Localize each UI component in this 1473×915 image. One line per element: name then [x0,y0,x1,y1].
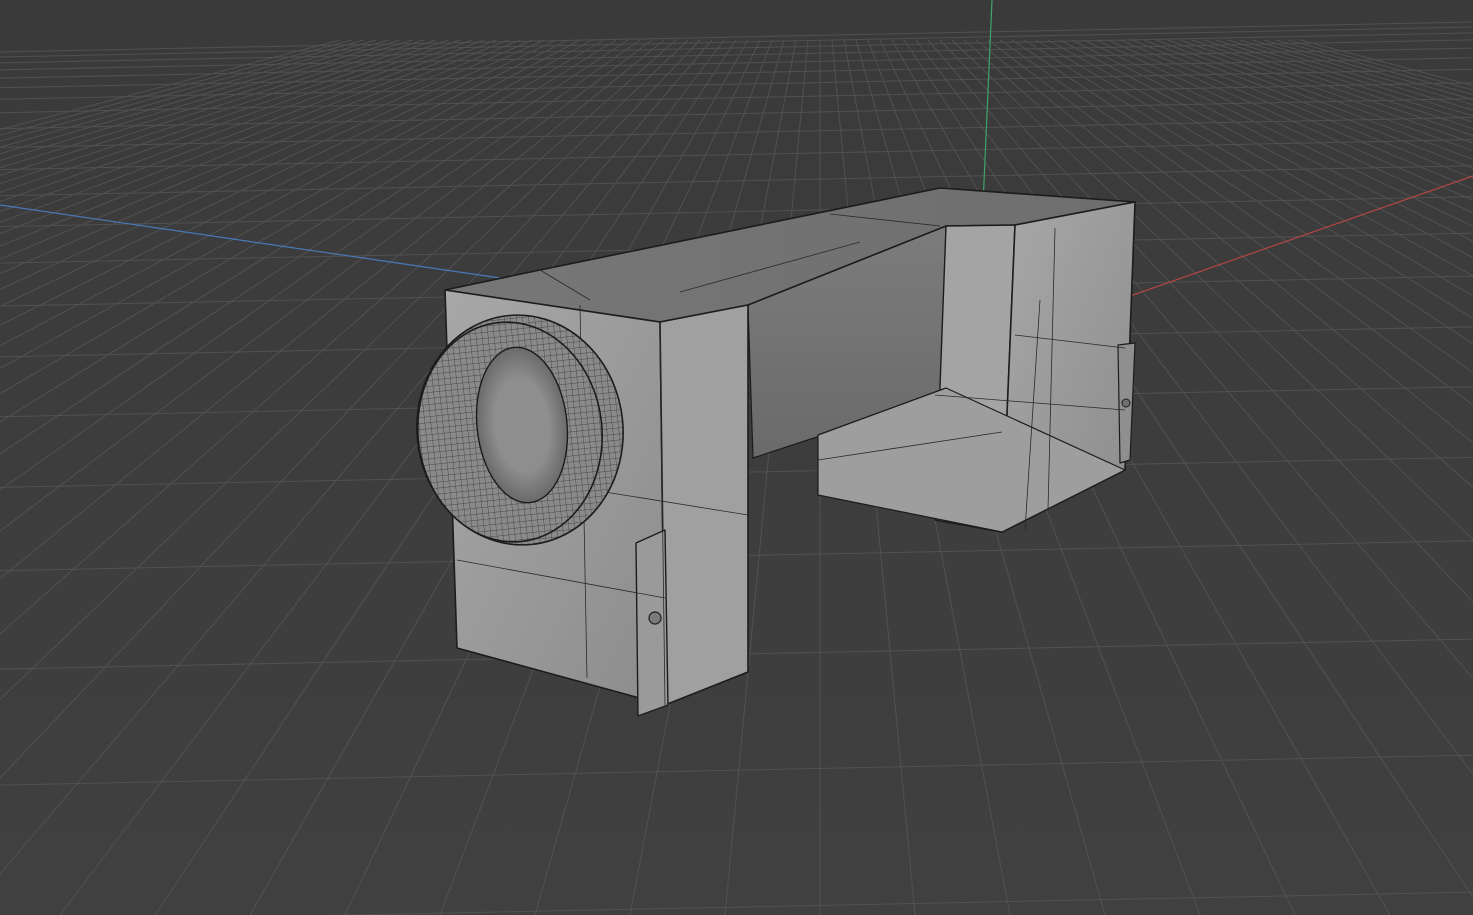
right-tab-hole [1121,398,1131,408]
left-support-side [659,304,749,706]
left-tab-hole [648,611,662,625]
3d-viewport[interactable] [0,0,1473,915]
viewport-canvas[interactable] [0,0,1473,915]
